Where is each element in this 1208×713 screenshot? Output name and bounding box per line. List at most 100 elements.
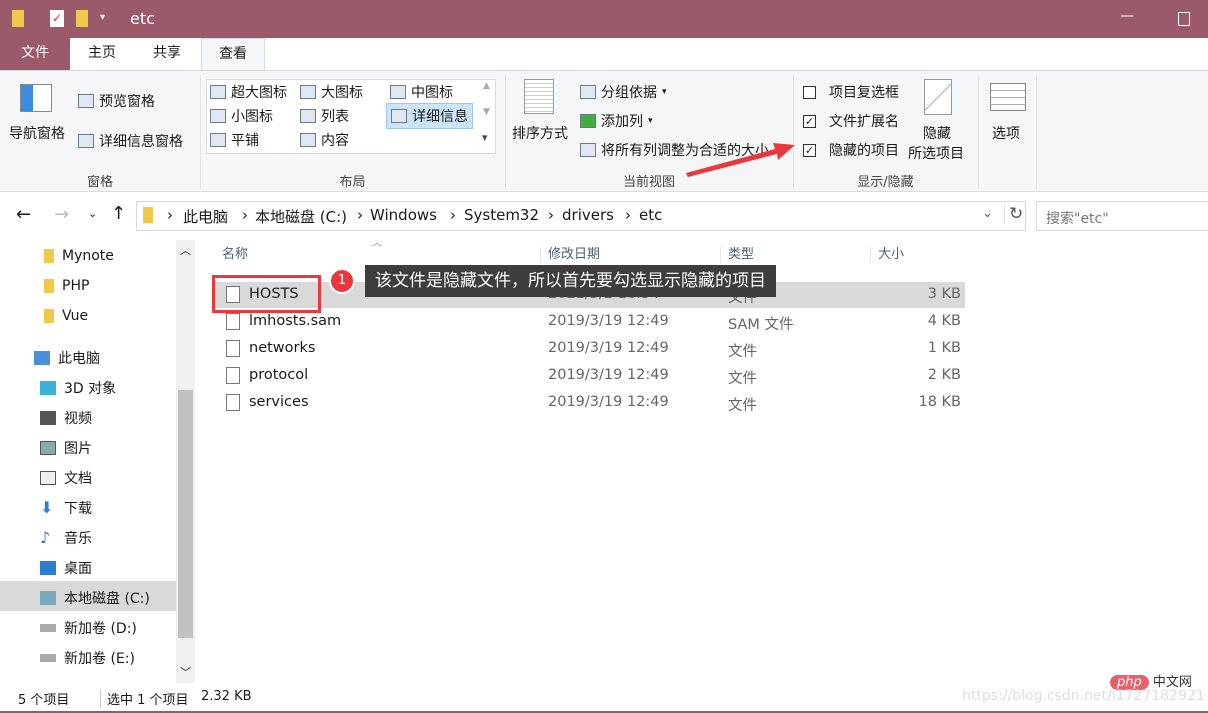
layout-extra-large-icons[interactable]: 超大图标: [210, 82, 287, 102]
label: 详细信息: [412, 109, 468, 125]
sidebar-scrollbar[interactable]: ︿ ﹀: [176, 240, 195, 683]
sidebar-item-documents[interactable]: 文档: [40, 468, 92, 488]
hide-selected-label[interactable]: 所选项目: [908, 143, 964, 163]
maximize-button[interactable]: [1178, 12, 1190, 26]
item-count: 5 个项目: [18, 693, 70, 708]
up-button[interactable]: ↑: [111, 203, 126, 224]
refresh-button[interactable]: ↻: [1004, 204, 1023, 224]
scrollbar-thumb[interactable]: [178, 390, 193, 638]
tab-file[interactable]: 文件: [0, 38, 70, 70]
checkbox-checked[interactable]: ✓: [803, 114, 816, 128]
title-bar: ✓ ▾ etc —: [0, 0, 1208, 38]
item-checkboxes-toggle[interactable]: 项目复选框: [803, 82, 899, 102]
hidden-items-toggle[interactable]: ✓ 隐藏的项目: [803, 140, 899, 160]
file-row[interactable]: protocol 2019/3/19 12:49 文件 2 KB: [215, 363, 965, 389]
column-header-size[interactable]: 大小: [870, 247, 904, 263]
sidebar-item-videos[interactable]: 视频: [40, 408, 92, 428]
preview-pane-button[interactable]: 预览窗格: [78, 91, 155, 111]
layout-tiles[interactable]: 平铺: [210, 130, 259, 150]
properties-icon[interactable]: ✓: [50, 10, 64, 27]
sidebar-item-downloads[interactable]: ⬇ 下载: [40, 498, 92, 518]
file-date: 2019/3/19 12:49: [548, 340, 669, 356]
gallery-scroll-up-icon[interactable]: ▲: [483, 81, 490, 91]
file-size: 4 KB: [927, 313, 961, 329]
gallery-scroll-down-icon[interactable]: ▼: [483, 107, 490, 117]
breadcrumb-etc[interactable]: etc: [639, 206, 662, 224]
3d-objects-icon: [40, 381, 56, 395]
content-icon: [300, 133, 316, 147]
details-pane-button[interactable]: 详细信息窗格: [78, 131, 183, 151]
tab-share[interactable]: 共享: [134, 38, 200, 70]
sidebar-item-vue[interactable]: Vue: [44, 308, 88, 324]
checkbox-unchecked[interactable]: [803, 85, 816, 99]
options-button[interactable]: 选项: [992, 123, 1020, 143]
breadcrumb-c-drive[interactable]: 本地磁盘 (C:): [255, 206, 347, 227]
gallery-more-icon[interactable]: ▾: [482, 131, 488, 144]
computer-icon: [34, 351, 50, 365]
back-button[interactable]: ←: [16, 204, 31, 225]
divider: [1036, 75, 1037, 189]
file-icon: [226, 367, 240, 384]
sidebar-item-desktop[interactable]: 桌面: [40, 558, 92, 578]
ribbon-tabs: 文件 主页 共享 查看: [0, 38, 1208, 71]
new-folder-icon[interactable]: [76, 10, 88, 27]
address-bar-row: ← → ⌄ ↑ › 此电脑 › 本地磁盘 (C:) › Windows › Sy…: [0, 198, 1208, 234]
tab-view[interactable]: 查看: [201, 38, 265, 71]
scroll-up-icon[interactable]: ︿: [180, 242, 191, 258]
add-columns-button[interactable]: 添加列 ▾: [580, 111, 653, 131]
checkbox-checked[interactable]: ✓: [803, 143, 816, 157]
layout-content[interactable]: 内容: [300, 130, 349, 150]
column-header-date[interactable]: 修改日期: [540, 247, 600, 263]
sidebar-item-mynote[interactable]: Mynote: [44, 248, 114, 264]
column-header-type[interactable]: 类型: [720, 247, 754, 263]
file-row[interactable]: lmhosts.sam 2019/3/19 12:49 SAM 文件 4 KB: [215, 309, 965, 335]
search-input[interactable]: 搜索"etc": [1036, 201, 1208, 231]
file-row[interactable]: networks 2019/3/19 12:49 文件 1 KB: [215, 336, 965, 362]
file-row[interactable]: services 2019/3/19 12:49 文件 18 KB: [215, 390, 965, 416]
sidebar-item-pictures[interactable]: 图片: [40, 438, 92, 458]
breadcrumb-drivers[interactable]: drivers: [562, 206, 614, 224]
sidebar-item-3d-objects[interactable]: 3D 对象: [40, 378, 116, 398]
sidebar-item-e-drive[interactable]: 新加卷 (E:): [40, 648, 135, 668]
download-icon: ⬇: [40, 498, 54, 517]
sidebar-item-d-drive[interactable]: 新加卷 (D:): [40, 618, 137, 638]
file-size: 3 KB: [927, 286, 961, 302]
sidebar-item-php[interactable]: PHP: [44, 278, 89, 294]
hide-selected-button[interactable]: 隐藏: [923, 123, 951, 143]
sort-by-button[interactable]: 排序方式: [512, 123, 568, 143]
forward-button[interactable]: →: [54, 204, 69, 225]
layout-list[interactable]: 列表: [300, 106, 349, 126]
layout-medium-icons[interactable]: 中图标: [390, 82, 453, 102]
tab-home[interactable]: 主页: [70, 38, 134, 70]
column-header-name[interactable]: 名称: [222, 247, 248, 263]
file-extensions-toggle[interactable]: ✓ 文件扩展名: [803, 111, 899, 131]
group-by-button[interactable]: 分组依据 ▾: [580, 82, 667, 102]
large-icons-icon: [300, 85, 316, 99]
recent-locations-button[interactable]: ⌄: [88, 207, 97, 220]
folder-icon: [12, 10, 24, 27]
video-icon: [40, 411, 56, 425]
customize-dropdown-icon[interactable]: ▾: [100, 12, 105, 23]
breadcrumb-this-pc[interactable]: 此电脑: [183, 206, 228, 227]
layout-large-icons[interactable]: 大图标: [300, 82, 363, 102]
breadcrumb-windows[interactable]: Windows: [370, 206, 437, 224]
minimize-button[interactable]: —: [1120, 8, 1134, 24]
sidebar-item-this-pc[interactable]: 此电脑: [34, 348, 100, 368]
address-dropdown-button[interactable]: ⌄: [982, 206, 993, 221]
navigation-pane-button[interactable]: 导航窗格: [9, 123, 65, 143]
sidebar-item-c-drive[interactable]: 本地磁盘 (C:): [40, 588, 150, 608]
annotation-number-badge: 1: [329, 268, 355, 294]
file-type: 文件: [728, 371, 757, 387]
details-pane-icon: [78, 134, 94, 148]
scroll-down-icon[interactable]: ﹀: [180, 664, 191, 680]
breadcrumb-system32[interactable]: System32: [464, 206, 539, 224]
label: 3D 对象: [64, 381, 117, 397]
sidebar-item-music[interactable]: ♪ 音乐: [40, 528, 92, 548]
label: 本地磁盘 (C:): [64, 591, 150, 607]
layout-small-icons[interactable]: 小图标: [210, 106, 273, 126]
file-type: SAM 文件: [728, 317, 794, 333]
documents-icon: [40, 471, 56, 485]
layout-details[interactable]: 详细信息: [386, 103, 473, 129]
group-label-panes: 窗格: [86, 175, 113, 190]
annotation-arrow: [686, 143, 795, 177]
